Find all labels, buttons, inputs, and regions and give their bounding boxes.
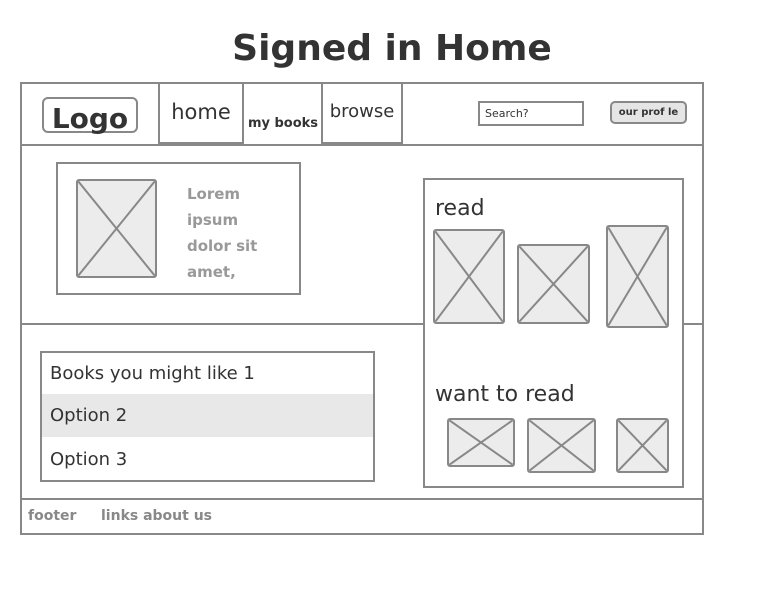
want-to-read-section-label: want to read [435,382,575,407]
description-line: Lorem [187,185,241,203]
read-book-image[interactable] [433,229,505,324]
list-item[interactable]: Option 2 [42,394,373,437]
footer-label: footer [28,508,77,524]
want-book-image[interactable] [527,418,596,473]
featured-book-image [76,179,157,278]
logo[interactable]: Logo [42,97,138,135]
featured-book-description: Lorem ipsum dolor sit amet, [187,181,287,285]
description-line: dolor sit [187,237,258,255]
list-item[interactable]: Option 3 [42,438,373,481]
profile-button[interactable]: our prof le [610,101,687,124]
description-line: ipsum [187,211,239,229]
tab-browse[interactable]: browse [321,82,403,144]
read-book-image[interactable] [606,225,669,328]
want-book-image[interactable] [616,418,669,473]
tab-my-books-label: my books [247,116,319,131]
tab-my-books[interactable]: my books [244,112,322,136]
tab-home[interactable]: home [158,82,244,144]
tab-browse-label: browse [329,101,395,122]
search-input[interactable]: Search? [478,101,584,126]
want-book-image[interactable] [447,418,515,467]
list-item[interactable]: Books you might like 1 [42,352,373,395]
footer-links[interactable]: links about us [101,508,212,524]
read-section-label: read [435,196,485,221]
tab-home-label: home [171,100,231,124]
page-title: Signed in Home [232,28,552,69]
description-line: amet, [187,263,236,281]
read-book-image[interactable] [517,244,590,324]
